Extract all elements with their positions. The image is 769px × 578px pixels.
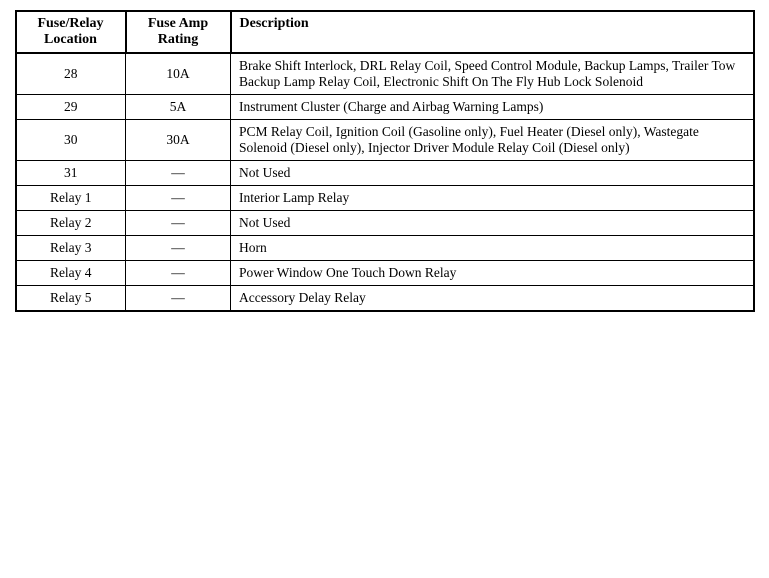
- header-location: Fuse/RelayLocation: [16, 11, 126, 53]
- cell-location: 28: [16, 53, 126, 95]
- cell-rating: 30A: [126, 120, 231, 161]
- cell-location: Relay 2: [16, 211, 126, 236]
- cell-location: Relay 1: [16, 186, 126, 211]
- cell-description: Power Window One Touch Down Relay: [231, 261, 754, 286]
- table-row: Relay 4—Power Window One Touch Down Rela…: [16, 261, 754, 286]
- cell-description: Instrument Cluster (Charge and Airbag Wa…: [231, 95, 754, 120]
- table-row: Relay 1—Interior Lamp Relay: [16, 186, 754, 211]
- table-row: 31—Not Used: [16, 161, 754, 186]
- cell-description: Interior Lamp Relay: [231, 186, 754, 211]
- cell-description: Horn: [231, 236, 754, 261]
- cell-description: PCM Relay Coil, Ignition Coil (Gasoline …: [231, 120, 754, 161]
- cell-description: Accessory Delay Relay: [231, 286, 754, 312]
- cell-rating: —: [126, 236, 231, 261]
- cell-rating: —: [126, 186, 231, 211]
- header-rating: Fuse AmpRating: [126, 11, 231, 53]
- fuse-relay-table: Fuse/RelayLocation Fuse AmpRating Descri…: [15, 10, 755, 312]
- cell-location: 29: [16, 95, 126, 120]
- cell-rating: —: [126, 261, 231, 286]
- cell-location: 31: [16, 161, 126, 186]
- cell-rating: —: [126, 211, 231, 236]
- fuse-relay-table-container: Fuse/RelayLocation Fuse AmpRating Descri…: [15, 10, 755, 312]
- cell-location: 30: [16, 120, 126, 161]
- table-row: Relay 2—Not Used: [16, 211, 754, 236]
- cell-description: Not Used: [231, 161, 754, 186]
- cell-location: Relay 4: [16, 261, 126, 286]
- header-description: Description: [231, 11, 754, 53]
- cell-location: Relay 5: [16, 286, 126, 312]
- table-row: 3030APCM Relay Coil, Ignition Coil (Gaso…: [16, 120, 754, 161]
- table-row: Relay 3—Horn: [16, 236, 754, 261]
- cell-rating: —: [126, 161, 231, 186]
- cell-description: Brake Shift Interlock, DRL Relay Coil, S…: [231, 53, 754, 95]
- table-row: Relay 5—Accessory Delay Relay: [16, 286, 754, 312]
- cell-description: Not Used: [231, 211, 754, 236]
- table-row: 2810ABrake Shift Interlock, DRL Relay Co…: [16, 53, 754, 95]
- table-row: 295AInstrument Cluster (Charge and Airba…: [16, 95, 754, 120]
- cell-location: Relay 3: [16, 236, 126, 261]
- cell-rating: 10A: [126, 53, 231, 95]
- cell-rating: —: [126, 286, 231, 312]
- cell-rating: 5A: [126, 95, 231, 120]
